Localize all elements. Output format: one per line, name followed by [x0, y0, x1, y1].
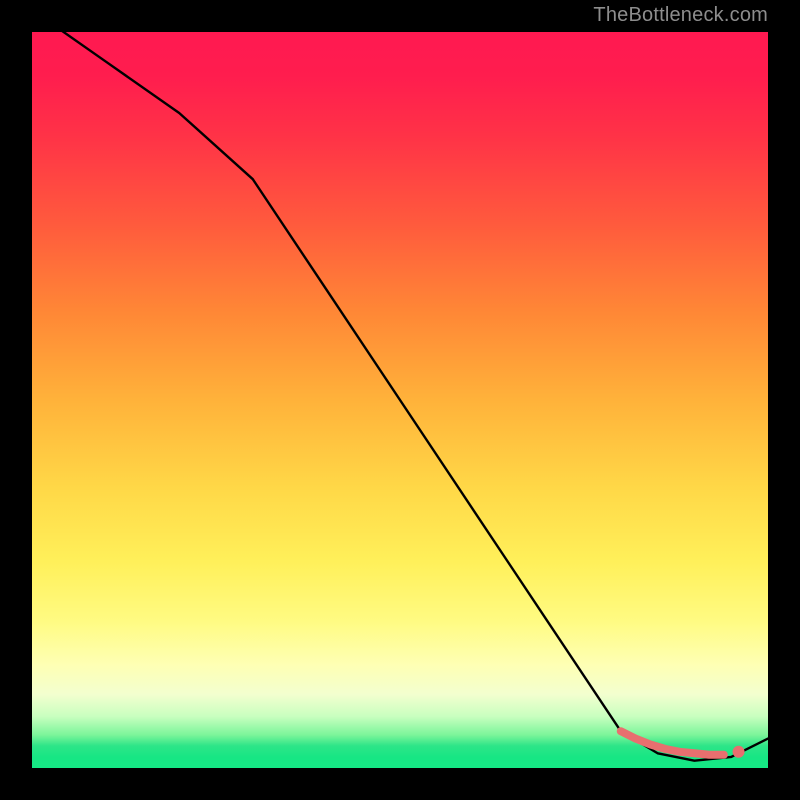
- curve-svg: [32, 32, 768, 768]
- watermark-text: TheBottleneck.com: [593, 4, 768, 27]
- highlight-segment-path: [621, 731, 724, 755]
- plot-area: [32, 32, 768, 768]
- bottleneck-curve-path: [32, 10, 768, 761]
- highlight-point: [733, 746, 745, 758]
- chart-frame: TheBottleneck.com: [0, 0, 800, 800]
